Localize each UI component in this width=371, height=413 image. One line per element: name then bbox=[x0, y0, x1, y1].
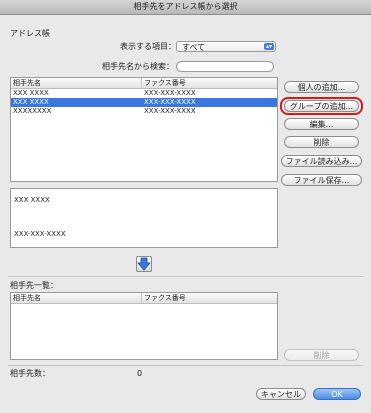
detail-name: XXX XXXX bbox=[14, 196, 50, 204]
column-header-name[interactable]: 相手先名 bbox=[11, 293, 141, 303]
row-name: XXX XXXX bbox=[13, 98, 49, 106]
delete-button[interactable]: 削除 bbox=[284, 136, 359, 148]
table-row[interactable]: XXXXXXXX XXX-XXX-XXXX bbox=[11, 107, 277, 116]
import-file-button[interactable]: ファイル読み込み... bbox=[281, 155, 362, 167]
recipient-count-value: 0 bbox=[137, 369, 143, 378]
down-arrow-icon bbox=[137, 257, 151, 271]
search-label: 相手先名から検索： bbox=[102, 62, 174, 71]
add-group-button[interactable]: グループの追加... bbox=[284, 100, 359, 112]
address-table-header: 相手先名 ファクス番号 bbox=[11, 78, 277, 89]
display-items-label: 表示する項目： bbox=[120, 42, 176, 51]
row-name: XXXXXXXX bbox=[13, 107, 52, 115]
window-title: 相手先をアドレス帳から選択 bbox=[0, 0, 371, 15]
section-divider bbox=[8, 276, 363, 277]
recipients-delete-button[interactable]: 削除 bbox=[284, 349, 359, 361]
address-table: 相手先名 ファクス番号 XXX XXXX XXX-XXX-XXXX XXX XX… bbox=[10, 77, 278, 182]
display-items-value: すべて bbox=[182, 43, 206, 52]
row-fax: XXX-XXX-XXXX bbox=[144, 89, 196, 97]
column-header-fax[interactable]: ファクス番号 bbox=[141, 293, 277, 303]
search-input[interactable] bbox=[176, 61, 274, 72]
column-header-name[interactable]: 相手先名 bbox=[11, 78, 141, 88]
recipients-table: 相手先名 ファクス番号 bbox=[10, 292, 278, 360]
recipients-table-header: 相手先名 ファクス番号 bbox=[11, 293, 277, 304]
detail-fax: XXX-XXX-XXXX bbox=[14, 230, 66, 238]
save-file-button[interactable]: ファイル保存... bbox=[281, 174, 362, 186]
table-row[interactable]: XXX XXXX XXX-XXX-XXXX bbox=[11, 89, 277, 98]
detail-panel: XXX XXXX XXX-XXX-XXXX bbox=[10, 188, 278, 248]
row-fax: XXX-XXX-XXXX bbox=[144, 107, 196, 115]
section-divider bbox=[8, 365, 363, 366]
row-fax: XXX-XXX-XXXX bbox=[144, 98, 196, 106]
column-header-fax[interactable]: ファクス番号 bbox=[141, 78, 277, 88]
add-to-recipients-button[interactable] bbox=[136, 256, 152, 272]
recipients-label: 相手先一覧： bbox=[10, 281, 58, 290]
address-book-label: アドレス帳 bbox=[10, 29, 50, 38]
ok-button[interactable]: OK bbox=[313, 388, 361, 400]
table-row-selected[interactable]: XXX XXXX XXX-XXX-XXXX bbox=[11, 98, 277, 107]
add-individual-button[interactable]: 個人の追加... bbox=[284, 81, 359, 93]
select-arrows-icon: ▴▾ bbox=[264, 43, 274, 50]
display-items-select[interactable]: すべて ▴▾ bbox=[176, 41, 276, 52]
cancel-button[interactable]: キャンセル bbox=[256, 388, 306, 400]
recipient-count-label: 相手先数： bbox=[10, 369, 50, 378]
edit-button[interactable]: 編集... bbox=[284, 118, 359, 130]
row-name: XXX XXXX bbox=[13, 89, 49, 97]
